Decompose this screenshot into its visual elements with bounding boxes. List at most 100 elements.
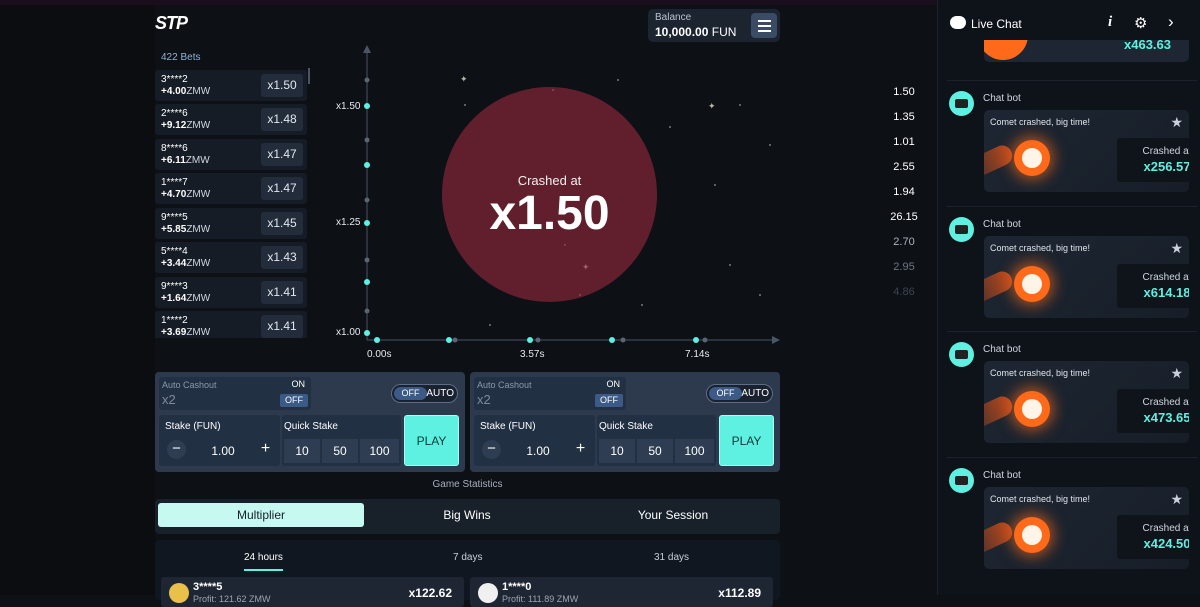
list-item: 1****2 +3.69ZMW x1.41 <box>155 311 307 338</box>
history-multiplier: 26.15 <box>890 211 918 223</box>
chat-message: Chat bot Comet crashed, big time! ★ Cras… <box>947 206 1197 330</box>
info-icon[interactable]: i <box>1108 14 1112 31</box>
bot-avatar <box>949 468 974 493</box>
minus-button[interactable]: − <box>167 440 186 459</box>
logo: STP <box>155 13 188 33</box>
auto-cashout-off-toggle[interactable]: OFF <box>280 394 308 407</box>
bot-avatar <box>949 91 974 116</box>
x-tick-label: 0.00s <box>367 349 392 360</box>
big-win-row: 3****5 Profit: 121.62 ZMW x122.62 <box>161 577 464 607</box>
quick-stake-button[interactable]: 100 <box>360 439 399 463</box>
avatar <box>478 583 498 603</box>
auto-toggle[interactable]: OFF AUTO <box>391 384 458 403</box>
play-button[interactable]: PLAY <box>719 415 774 466</box>
minus-button[interactable]: − <box>482 440 501 459</box>
avatar <box>169 583 189 603</box>
auto-toggle[interactable]: OFF AUTO <box>706 384 773 403</box>
comet-icon <box>1014 266 1050 302</box>
plus-button[interactable]: + <box>256 440 275 459</box>
quick-stake-button[interactable]: 10 <box>599 439 635 463</box>
crash-card: Comet crashed, big time! ★ Crashed at x61… <box>984 236 1189 318</box>
tab-your-session[interactable]: Your Session <box>570 503 776 527</box>
balance-box: Balance 10,000.00 FUN <box>648 9 780 42</box>
tab-24-hours[interactable]: 24 hours <box>244 552 283 571</box>
tab-multiplier[interactable]: Multiplier <box>158 503 364 527</box>
crash-card: Comet crashed, big time! ★ Crashed at x47… <box>984 361 1189 443</box>
play-button[interactable]: PLAY <box>404 415 459 466</box>
bot-avatar <box>949 217 974 242</box>
quick-stake: Quick Stake 10 50 100 <box>597 415 716 466</box>
chevron-right-icon[interactable]: › <box>1168 12 1174 32</box>
list-item: 8****6 +6.11ZMW x1.47 <box>155 139 307 170</box>
history-multiplier: 2.70 <box>893 236 915 248</box>
comet-icon <box>984 40 1028 60</box>
live-chat-panel: Live Chat i ⚙ › x463.63 Chat bot Comet c… <box>937 0 1200 595</box>
tab-31-days[interactable]: 31 days <box>654 552 689 563</box>
plus-button[interactable]: + <box>571 440 590 459</box>
history-multiplier: 1.50 <box>893 86 915 98</box>
list-item: 5****4 +3.44ZMW x1.43 <box>155 242 307 273</box>
bet-panel-1: Auto Cashout x2 ON OFF OFF AUTO Stake (FU… <box>155 372 465 472</box>
star-icon[interactable]: ★ <box>1170 240 1183 257</box>
comet-icon <box>1014 517 1050 553</box>
x-tick-label: 7.14s <box>685 349 710 360</box>
star-icon[interactable]: ★ <box>1170 365 1183 382</box>
history-multiplier: 4.86 <box>893 286 915 298</box>
chat-message-partial: x463.63 <box>984 40 1189 62</box>
svg-text:✦: ✦ <box>460 75 468 85</box>
history-multiplier: 2.95 <box>893 261 915 273</box>
quick-stake-button[interactable]: 100 <box>675 439 714 463</box>
hamburger-menu-button[interactable] <box>751 13 777 38</box>
crash-card: Comet crashed, big time! ★ Crashed at x42… <box>984 487 1189 569</box>
stake-input[interactable]: 1.00 <box>199 444 247 458</box>
bets-count: 422 Bets <box>161 52 201 63</box>
chat-message: Chat bot Comet crashed, big time! ★ Cras… <box>947 457 1197 581</box>
stake-field: Stake (FUN) − 1.00 + <box>159 415 280 466</box>
star-icon[interactable]: ★ <box>1170 491 1183 508</box>
auto-cashout-field[interactable]: Auto Cashout x2 ON OFF <box>159 377 311 410</box>
balance-amount: 10,000.00 FUN <box>655 25 737 39</box>
history-multiplier: 2.55 <box>893 161 915 173</box>
big-win-row: 1****0 Profit: 111.89 ZMW x112.89 <box>470 577 773 607</box>
history-multiplier: 1.35 <box>893 111 915 123</box>
list-item: 9****5 +5.85ZMW x1.45 <box>155 208 307 239</box>
svg-text:✦: ✦ <box>708 102 716 112</box>
list-item: 9****3 +1.64ZMW x1.41 <box>155 277 307 308</box>
comet-icon <box>1014 140 1050 176</box>
period-selector: 24 hours 7 days 31 days 3****5 Profit: 1… <box>155 540 780 607</box>
quick-stake-button[interactable]: 10 <box>284 439 320 463</box>
chat-bubble-icon <box>950 16 966 29</box>
bot-avatar <box>949 342 974 367</box>
bets-list: 3****2 +4.00ZMW x1.50 2****6 +9.12ZMW x1.48 … <box>155 70 309 338</box>
game-statistics-title: Game Statistics <box>432 479 503 490</box>
quick-stake-button[interactable]: 50 <box>637 439 673 463</box>
tab-7-days[interactable]: 7 days <box>453 552 482 563</box>
chat-title: Live Chat <box>971 17 1022 31</box>
chat-header: Live Chat i ⚙ › <box>938 5 1200 41</box>
y-tick-label: x1.00 <box>336 327 361 338</box>
stake-field: Stake (FUN) − 1.00 + <box>474 415 595 466</box>
star-icon[interactable]: ★ <box>1170 114 1183 131</box>
auto-cashout-field[interactable]: Auto Cashout x2 ON OFF <box>474 377 626 410</box>
tab-big-wins[interactable]: Big Wins <box>364 503 570 527</box>
x-tick-label: 3.57s <box>520 349 545 360</box>
y-tick-label: x1.25 <box>336 217 361 228</box>
list-item: 2****6 +9.12ZMW x1.48 <box>155 104 307 135</box>
balance-label: Balance <box>655 12 692 23</box>
comet-icon <box>1014 391 1050 427</box>
game-area: STP Balance 10,000.00 FUN 422 Bets 3****… <box>155 5 918 607</box>
gear-icon[interactable]: ⚙ <box>1134 14 1147 32</box>
history-multiplier: 1.01 <box>893 136 915 148</box>
stake-input[interactable]: 1.00 <box>514 444 562 458</box>
history-multiplier: 1.94 <box>893 186 915 198</box>
list-item: 3****2 +4.00ZMW x1.50 <box>155 70 307 101</box>
crashed-multiplier: x1.50 <box>489 187 610 240</box>
left-gutter <box>0 5 155 595</box>
stats-tabs: Multiplier Big Wins Your Session <box>155 499 780 534</box>
quick-stake-button[interactable]: 50 <box>322 439 358 463</box>
auto-cashout-off-toggle[interactable]: OFF <box>595 394 623 407</box>
chat-message: Chat bot Comet crashed, big time! ★ Cras… <box>947 331 1197 455</box>
quick-stake: Quick Stake 10 50 100 <box>282 415 401 466</box>
y-tick-label: x1.50 <box>336 101 361 112</box>
bet-panel-2: Auto Cashout x2 ON OFF OFF AUTO Stake (FU… <box>470 372 780 472</box>
